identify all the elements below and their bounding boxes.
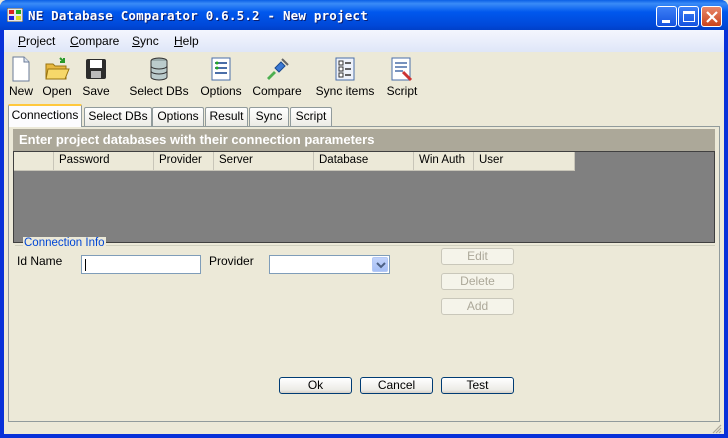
tab-script[interactable]: Script — [290, 107, 332, 126]
script-button[interactable]: Script — [386, 56, 418, 98]
app-window: NE Database Comparator 0.6.5.2 - New pro… — [0, 0, 728, 438]
minimize-button[interactable] — [656, 6, 677, 27]
tab-select-dbs[interactable]: Select DBs — [84, 107, 152, 126]
compare-button[interactable]: Compare — [252, 56, 302, 98]
column-database[interactable]: Database — [314, 152, 414, 171]
close-button[interactable] — [701, 6, 722, 27]
cancel-button[interactable]: Cancel — [360, 377, 433, 394]
tab-connections[interactable]: Connections — [8, 104, 82, 127]
menu-help[interactable]: Help — [174, 34, 199, 48]
provider-label: Provider — [209, 254, 254, 268]
open-label: Open — [42, 84, 72, 98]
tab-result[interactable]: Result — [205, 107, 248, 126]
client-area: Project Compare Sync Help New Open Save … — [4, 30, 724, 434]
connection-info-group: Connection Info Id Name Provider Edit De… — [15, 237, 715, 417]
id-name-label: Id Name — [17, 254, 63, 268]
resize-grip-icon[interactable] — [710, 422, 722, 434]
column-provider[interactable]: Provider — [154, 152, 214, 171]
open-button[interactable]: Open — [41, 56, 73, 98]
new-button[interactable]: New — [7, 56, 35, 98]
toolbar: New Open Save Select DBs Options Compare — [4, 52, 724, 104]
options-icon — [211, 57, 231, 81]
delete-button[interactable]: Delete — [441, 273, 514, 290]
edit-button[interactable]: Edit — [441, 248, 514, 265]
compare-icon — [267, 58, 289, 80]
tab-strip: Connections Select DBs Options Result Sy… — [8, 104, 720, 127]
sync-items-button[interactable]: Sync items — [315, 56, 375, 98]
minimize-icon — [662, 20, 670, 23]
column-server[interactable]: Server — [214, 152, 314, 171]
script-label: Script — [386, 84, 418, 98]
connection-info-label: Connection Info — [23, 237, 106, 249]
connections-grid[interactable]: Password Provider Server Database Win Au… — [13, 151, 715, 243]
sync-items-icon — [335, 57, 355, 81]
provider-dropdown-button[interactable] — [372, 257, 388, 272]
save-disk-icon — [86, 59, 106, 79]
provider-select[interactable] — [269, 255, 390, 274]
status-bar — [4, 422, 724, 434]
connections-tab-page: Enter project databases with their conne… — [8, 126, 720, 422]
maximize-icon — [683, 11, 695, 22]
column-win-auth[interactable]: Win Auth — [414, 152, 474, 171]
menu-project[interactable]: Project — [18, 34, 55, 48]
options-button[interactable]: Options — [200, 56, 242, 98]
add-button[interactable]: Add — [441, 298, 514, 315]
compare-label: Compare — [252, 84, 302, 98]
save-button[interactable]: Save — [81, 56, 111, 98]
new-label: New — [8, 84, 33, 98]
menu-bar: Project Compare Sync Help — [4, 30, 724, 52]
ok-button[interactable]: Ok — [279, 377, 352, 394]
menu-compare[interactable]: Compare — [70, 34, 119, 48]
select-dbs-label: Select DBs — [129, 84, 189, 98]
new-file-icon — [12, 56, 30, 82]
grid-header: Password Provider Server Database Win Au… — [14, 152, 575, 171]
maximize-button[interactable] — [678, 6, 699, 27]
column-password[interactable]: Password — [54, 152, 154, 171]
open-folder-icon — [45, 57, 70, 80]
window-title: NE Database Comparator 0.6.5.2 - New pro… — [28, 8, 368, 23]
id-name-input[interactable] — [81, 255, 201, 274]
close-icon — [706, 11, 718, 23]
test-button[interactable]: Test — [441, 377, 514, 394]
app-icon — [7, 8, 23, 22]
chevron-down-icon — [376, 262, 386, 269]
options-label: Options — [200, 84, 242, 98]
sync-items-label: Sync items — [315, 84, 375, 98]
database-icon — [150, 57, 168, 81]
title-bar[interactable]: NE Database Comparator 0.6.5.2 - New pro… — [0, 0, 728, 30]
script-icon — [391, 57, 413, 82]
column-user[interactable]: User — [474, 152, 575, 171]
save-label: Save — [82, 84, 110, 98]
text-caret — [85, 259, 86, 271]
grid-caption: Enter project databases with their conne… — [13, 129, 715, 151]
tab-sync[interactable]: Sync — [249, 107, 289, 126]
column-row-header[interactable] — [14, 152, 54, 171]
select-dbs-button[interactable]: Select DBs — [129, 56, 189, 98]
menu-sync[interactable]: Sync — [132, 34, 159, 48]
tab-options[interactable]: Options — [152, 107, 204, 126]
